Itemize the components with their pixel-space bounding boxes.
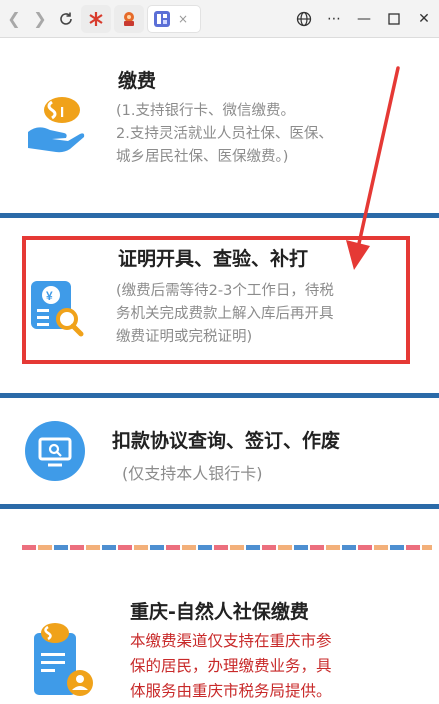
- minimize-button[interactable]: —: [349, 5, 379, 33]
- tab-3-active[interactable]: ×: [147, 4, 201, 33]
- monitor-agreement-icon: [25, 421, 85, 481]
- social-security-card-icon: [34, 623, 93, 696]
- social-security-payment-icon: I: [28, 97, 85, 153]
- tab-1[interactable]: [81, 4, 111, 33]
- reload-icon: [60, 12, 72, 25]
- browser-toolbar: ❮ ❯ × ⋯ — ✕: [0, 0, 439, 38]
- minimize-icon: —: [357, 10, 371, 27]
- back-button[interactable]: ❮: [2, 5, 26, 33]
- chongqing-title: 重庆-自然人社保缴费: [130, 601, 309, 623]
- close-icon: ✕: [418, 10, 430, 27]
- globe-button[interactable]: [289, 5, 319, 33]
- forward-button[interactable]: ❯: [28, 5, 52, 33]
- more-dots-icon: ⋯: [327, 10, 341, 27]
- maximize-icon: [388, 12, 400, 25]
- deduction-agreement-section[interactable]: 扣款协议查询、签订、作废 (仅支持本人银行卡): [0, 398, 439, 506]
- maximize-button[interactable]: [379, 5, 409, 33]
- chevron-right-icon: ❯: [33, 9, 47, 28]
- reload-button[interactable]: [54, 5, 78, 33]
- dashed-divider: [22, 545, 432, 550]
- svg-text:I: I: [60, 104, 64, 121]
- deduction-title: 扣款协议查询、签订、作废: [112, 430, 341, 452]
- deduction-description: (仅支持本人银行卡): [122, 464, 263, 483]
- chongqing-section[interactable]: 重庆-自然人社保缴费 本缴费渠道仅支持在重庆市参 保的居民，办理缴费业务，具 体…: [0, 555, 439, 700]
- chongqing-notice: 本缴费渠道仅支持在重庆市参 保的居民，办理缴费业务，具 体服务由重庆市税务局提供…: [130, 632, 332, 700]
- globe-icon: [296, 11, 312, 26]
- tab-2[interactable]: [114, 4, 144, 33]
- tab-close-icon[interactable]: ×: [178, 12, 188, 26]
- section-divider: [0, 504, 439, 509]
- close-window-button[interactable]: ✕: [409, 5, 439, 33]
- asterisk-logo-icon: [89, 11, 103, 26]
- chevron-left-icon: ❮: [7, 9, 21, 28]
- more-menu-button[interactable]: ⋯: [319, 5, 349, 33]
- site-logo-icon: [154, 10, 170, 27]
- badge-logo-icon: [124, 11, 134, 26]
- payment-title: 缴费: [118, 70, 157, 92]
- annotation-arrow-icon: [346, 66, 400, 270]
